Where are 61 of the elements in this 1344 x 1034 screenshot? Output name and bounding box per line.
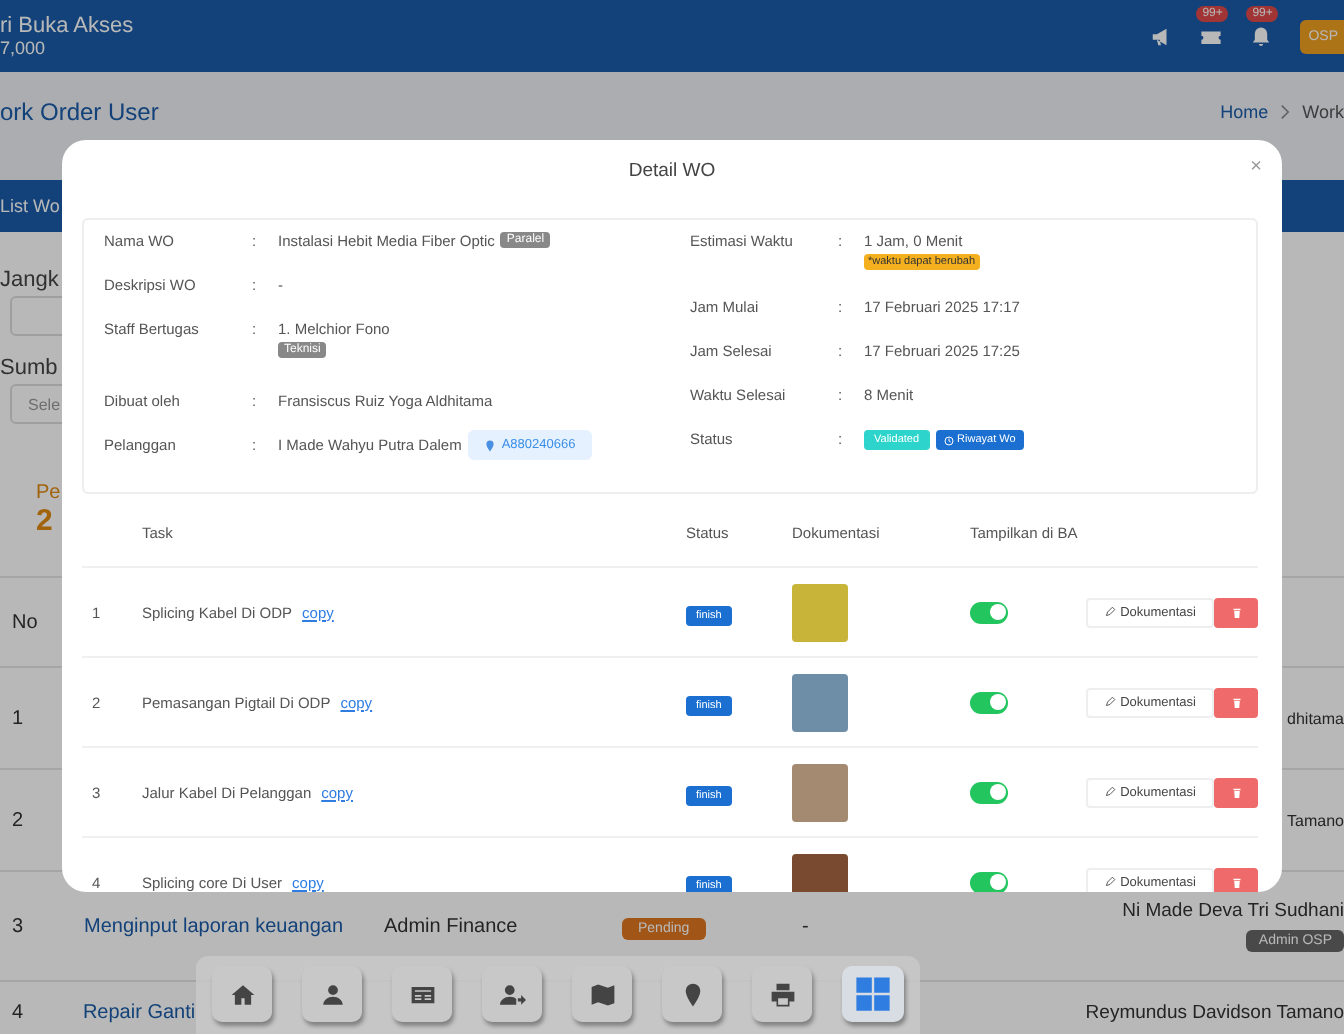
table-cell-text: 2 — [10, 809, 26, 831]
dock-button[interactable] — [482, 966, 542, 1022]
summary-value: 2 — [36, 504, 55, 538]
column-header: No — [10, 611, 40, 633]
trash-icon — [1229, 605, 1243, 619]
dock-button[interactable] — [662, 966, 722, 1022]
pin-icon — [483, 439, 496, 451]
grid-icon — [854, 974, 892, 1014]
summary-label: Pe — [36, 482, 61, 504]
pencil-icon — [1104, 876, 1117, 888]
dock-button[interactable] — [842, 966, 904, 1022]
table-cell: dhitama — [1287, 709, 1344, 727]
breadcrumb-item: Work — [1302, 102, 1344, 122]
table-cell: Reymundus Davidson Tamano — [1085, 1001, 1344, 1023]
map-icon — [589, 981, 615, 1007]
delete-button[interactable] — [1214, 867, 1258, 892]
table-cell-text: 4 — [10, 1001, 26, 1023]
filter-label: Sumb — [0, 356, 58, 380]
home-icon — [229, 981, 255, 1007]
table-cell-text: 3 — [10, 915, 26, 937]
table-cell: Admin Finance — [384, 915, 518, 937]
table-cell: - — [802, 915, 809, 937]
close-button[interactable]: × — [1246, 156, 1266, 178]
user-arrow-icon — [499, 981, 525, 1007]
task-link[interactable]: Menginput laporan keuangan — [84, 915, 344, 937]
printer-icon — [769, 981, 795, 1007]
task-link[interactable]: Repair Ganti — [82, 1001, 196, 1023]
delete-button[interactable] — [1214, 777, 1258, 807]
toggle-switch[interactable] — [970, 871, 1008, 892]
clock-icon — [943, 435, 954, 445]
dock-button[interactable] — [302, 966, 362, 1022]
trash-icon — [1229, 695, 1243, 709]
trash-icon — [1229, 785, 1243, 799]
list-title: List Wo — [0, 196, 60, 216]
app-subtitle: 7,000 — [0, 38, 48, 59]
dock-button[interactable] — [572, 966, 632, 1022]
dock-button[interactable] — [212, 966, 272, 1022]
toggle-switch[interactable] — [970, 601, 1008, 623]
card-icon — [409, 981, 435, 1007]
pencil-icon — [1104, 786, 1117, 798]
breadcrumb-item[interactable]: Home — [1220, 102, 1269, 122]
delete-button[interactable] — [1214, 597, 1258, 627]
toggle-switch[interactable] — [970, 691, 1008, 713]
pencil-icon — [1104, 696, 1117, 708]
toggle-switch[interactable] — [970, 781, 1008, 803]
filter-label: Jangk — [0, 268, 59, 292]
dock-button[interactable] — [752, 966, 812, 1022]
table-cell-text: 1 — [10, 707, 26, 729]
table-cell: Ni Made Deva Tri Sudhani — [1122, 900, 1344, 922]
pencil-icon — [1104, 606, 1117, 618]
trash-icon — [1229, 875, 1243, 889]
delete-button[interactable] — [1214, 687, 1258, 717]
table-cell: Tamano — [1287, 811, 1344, 829]
megaphone-icon[interactable] — [1150, 25, 1173, 47]
dialog-title: Detail WO — [628, 159, 716, 181]
user-icon — [319, 981, 345, 1007]
chevron-right-icon — [1280, 104, 1291, 120]
page-title: ork Order User — [0, 98, 159, 126]
bell-icon[interactable] — [1250, 25, 1273, 47]
dock-button[interactable] — [392, 966, 452, 1022]
app-title: ri Buka Akses — [0, 13, 134, 39]
